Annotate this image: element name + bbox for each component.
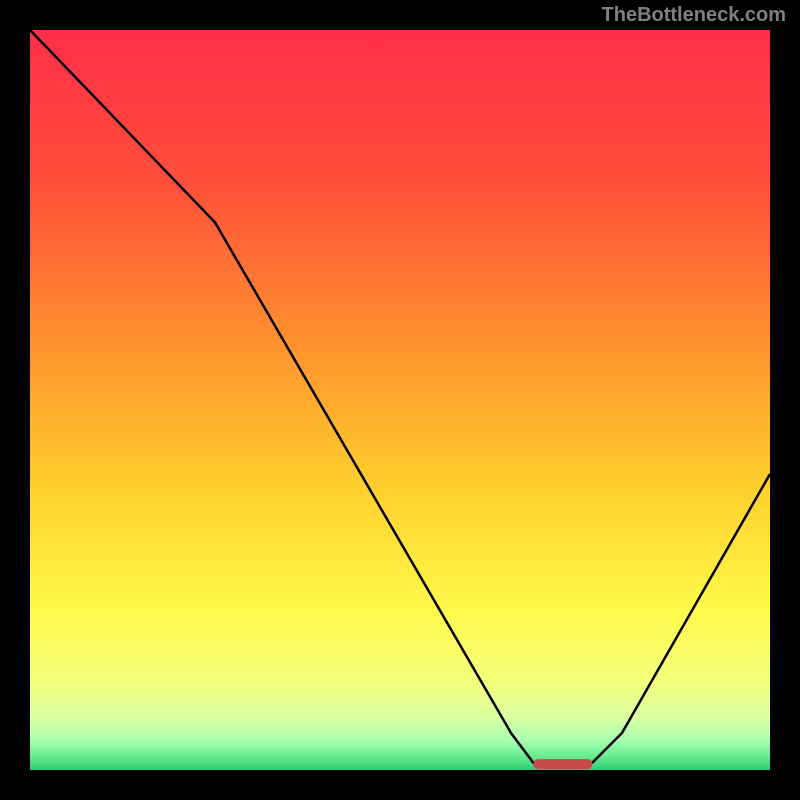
bottleneck-chart bbox=[30, 30, 770, 770]
optimal-zone-marker bbox=[533, 759, 592, 769]
chart-plot-area bbox=[30, 30, 770, 770]
gradient-background bbox=[30, 30, 770, 770]
watermark-text: TheBottleneck.com bbox=[602, 4, 786, 27]
